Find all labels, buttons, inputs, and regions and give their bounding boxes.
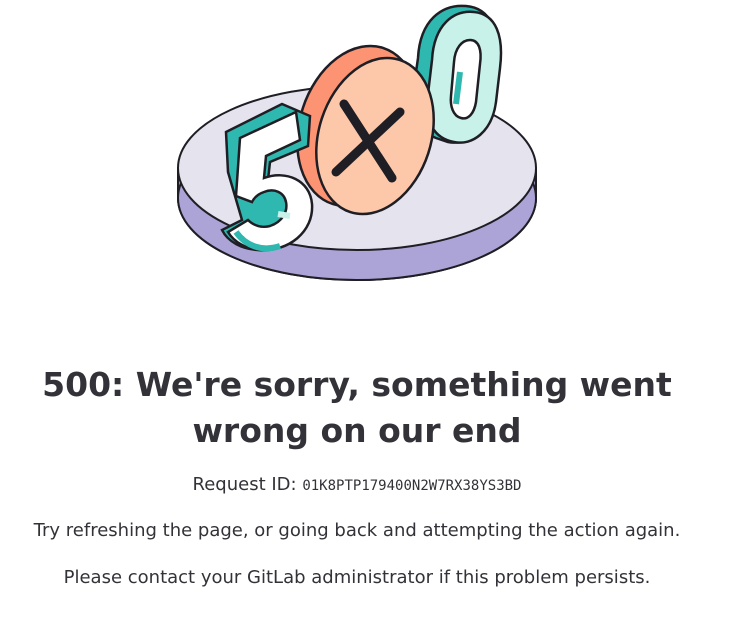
contact-admin-message: Please contact your GitLab administrator…: [63, 567, 651, 588]
error-500-illustration: [170, 0, 550, 300]
request-id-value: 01K8PTP179400N2W7RX38YS3BD: [302, 478, 522, 494]
retry-message: Try refreshing the page, or going back a…: [33, 520, 681, 541]
request-id: Request ID: 01K8PTP179400N2W7RX38YS3BD: [0, 472, 714, 499]
page-title: 500: We're sorry, something went wrong o…: [42, 365, 672, 450]
error-500-illustration-svg: [177, 4, 537, 281]
request-id-label: Request ID:: [192, 474, 297, 495]
